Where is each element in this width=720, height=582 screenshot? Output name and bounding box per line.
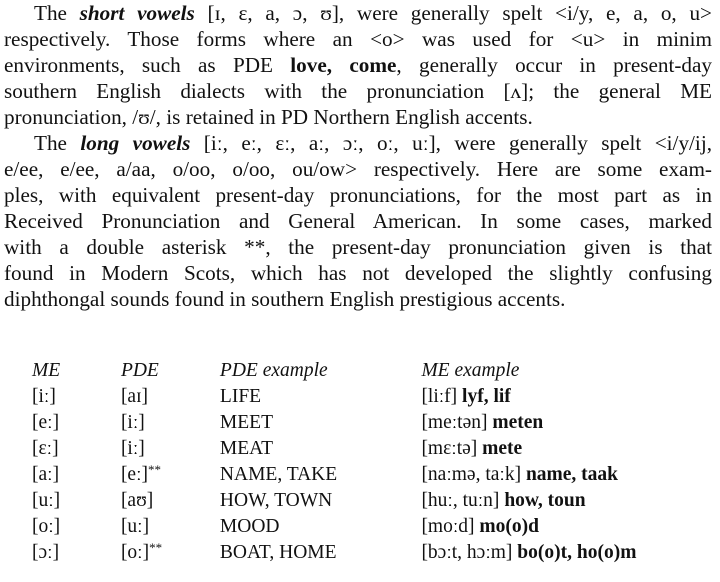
cell-me-example: [naːmə, taːk] name, taak (421, 462, 720, 488)
para2-line2: e/ee, e/ee, a/aa, o/oo, o/oo, ou/ow> res… (4, 157, 712, 181)
text-run: [ɪ, ɛ, a, ɔ, ʊ], were generally spelt <i… (194, 1, 713, 25)
text-run: [iː, eː, ɛː, aː, ɔː, oː, uː], were gener… (190, 131, 712, 155)
table-row: [uː] [aʊ] HOW, TOWN [huː, tuːn] how, toun (32, 488, 720, 514)
para1-line2: respectively. Those forms where an <o> w… (4, 27, 712, 51)
table-row: [oː] [uː] MOOD [moːd] mo(o)d (32, 514, 720, 540)
me-spelling: lyf, lif (462, 386, 511, 407)
me-ipa: [bɔːt, hɔːm] (421, 542, 513, 563)
para1-line3: environments, such as PDE love, come, ge… (4, 52, 712, 78)
example-words-bold: love, come (290, 53, 397, 77)
header-me-example: ME example (421, 360, 520, 381)
cell-me: [uː] (32, 490, 61, 511)
para2-line1: The long vowels [iː, eː, ɛː, aː, ɔː, oː,… (4, 130, 712, 156)
text-run: environments, such as PDE (4, 53, 291, 77)
me-spelling: name, taak (525, 464, 619, 485)
me-ipa: [moːd] (421, 516, 475, 537)
double-asterisk-mark: ** (148, 462, 161, 477)
header-pde: PDE (120, 360, 159, 381)
para1-line4: southern English dialects with the pronu… (4, 79, 712, 103)
para2-line5: with a double asterisk **, the present-d… (4, 235, 712, 259)
text-run: The (34, 131, 81, 155)
para2-line6: found in Modern Scots, which has not dev… (4, 261, 712, 285)
cell-pde-example: BOAT, HOME (219, 542, 337, 563)
cell-pde-example: MOOD (219, 516, 280, 537)
cell-me-example: [huː, tuːn] how, toun (421, 488, 720, 514)
cell-me: [eː] (32, 412, 60, 433)
pde-ipa: [eː] (120, 464, 148, 485)
cell-pde: [iː] (121, 410, 220, 436)
cell-pde-example: MEAT (219, 438, 274, 459)
cell-pde: [iː] (121, 436, 220, 462)
me-spelling: mo(o)d (479, 516, 539, 537)
term-short-vowels: short vowels (79, 1, 195, 25)
me-spelling: mete (482, 438, 523, 459)
cell-pde: [oː]** (121, 540, 220, 566)
cell-pde-example: HOW, TOWN (219, 490, 333, 511)
table-row: [eː] [iː] MEET [meːtən] meten (32, 410, 720, 436)
cell-me: [ɛː] (32, 438, 59, 459)
pde-ipa: [oː] (120, 542, 150, 563)
table-row: [iː] [aɪ] LIFE [liːf] lyf, lif (32, 384, 720, 410)
me-spelling: bo(o)t, ho(o)m (517, 542, 637, 563)
long-vowels-table: ME PDE PDE example ME example [iː] [aɪ] LI… (32, 358, 720, 566)
me-ipa: [naːmə, taːk] (421, 464, 522, 485)
cell-pde: [aɪ] (121, 384, 220, 410)
para2-line4: Received Pronunciation and General Ameri… (4, 209, 712, 233)
para1-line1: The short vowels [ɪ, ɛ, a, ɔ, ʊ], were g… (4, 0, 712, 26)
table-row: [aː] [eː]** NAME, TAKE [naːmə, taːk] name, … (32, 462, 720, 488)
pde-ipa: [aɪ] (120, 386, 148, 407)
body-text: The short vowels [ɪ, ɛ, a, ɔ, ʊ], were g… (4, 0, 712, 312)
me-ipa: [liːf] (421, 386, 458, 407)
cell-me: [iː] (32, 386, 56, 407)
cell-me-example: [moːd] mo(o)d (421, 514, 720, 540)
cell-pde: [eː]** (121, 462, 220, 488)
para2-line3: ples, with equivalent present-day pronun… (4, 183, 712, 207)
header-pde-example: PDE example (219, 360, 328, 381)
me-ipa: [meːtən] (421, 412, 488, 433)
cell-me-example: [liːf] lyf, lif (421, 384, 720, 410)
double-asterisk-mark: ** (149, 540, 163, 555)
para1-line5: pronunciation, /ʊ/, is retained in PD No… (4, 105, 533, 129)
header-me: ME (32, 360, 61, 381)
cell-me: [aː] (32, 464, 60, 485)
cell-me-example: [meːtən] meten (421, 410, 720, 436)
cell-pde-example: LIFE (219, 386, 262, 407)
table-row: [ɛː] [iː] MEAT [mɛːtə] mete (32, 436, 720, 462)
table-row: [ɔː] [oː]** BOAT, HOME [bɔːt, hɔːm] bo(o)t,… (32, 540, 720, 566)
me-ipa: [mɛːtə] (421, 438, 478, 459)
me-spelling: meten (492, 412, 544, 433)
cell-pde: [uː] (121, 514, 220, 540)
pde-ipa: [iː] (120, 412, 145, 433)
cell-pde-example: NAME, TAKE (219, 464, 338, 485)
cell-pde: [aʊ] (121, 488, 220, 514)
table-header-row: ME PDE PDE example ME example (32, 358, 720, 384)
cell-me: [oː] (32, 516, 61, 537)
cell-me: [ɔː] (32, 542, 60, 563)
text-run: , generally occur in present-day (396, 53, 712, 77)
me-spelling: how, toun (504, 490, 586, 511)
cell-pde-example: MEET (219, 412, 273, 433)
para2-line7: diphthongal sounds found in southern Eng… (4, 287, 566, 311)
pde-ipa: [uː] (120, 516, 150, 537)
pde-ipa: [iː] (120, 438, 145, 459)
pde-ipa: [aʊ] (120, 490, 154, 511)
cell-me-example: [bɔːt, hɔːm] bo(o)t, ho(o)m (421, 540, 720, 566)
me-ipa: [huː, tuːn] (421, 490, 500, 511)
text-run: The (34, 1, 80, 25)
term-long-vowels: long vowels (80, 131, 191, 155)
cell-me-example: [mɛːtə] mete (421, 436, 720, 462)
